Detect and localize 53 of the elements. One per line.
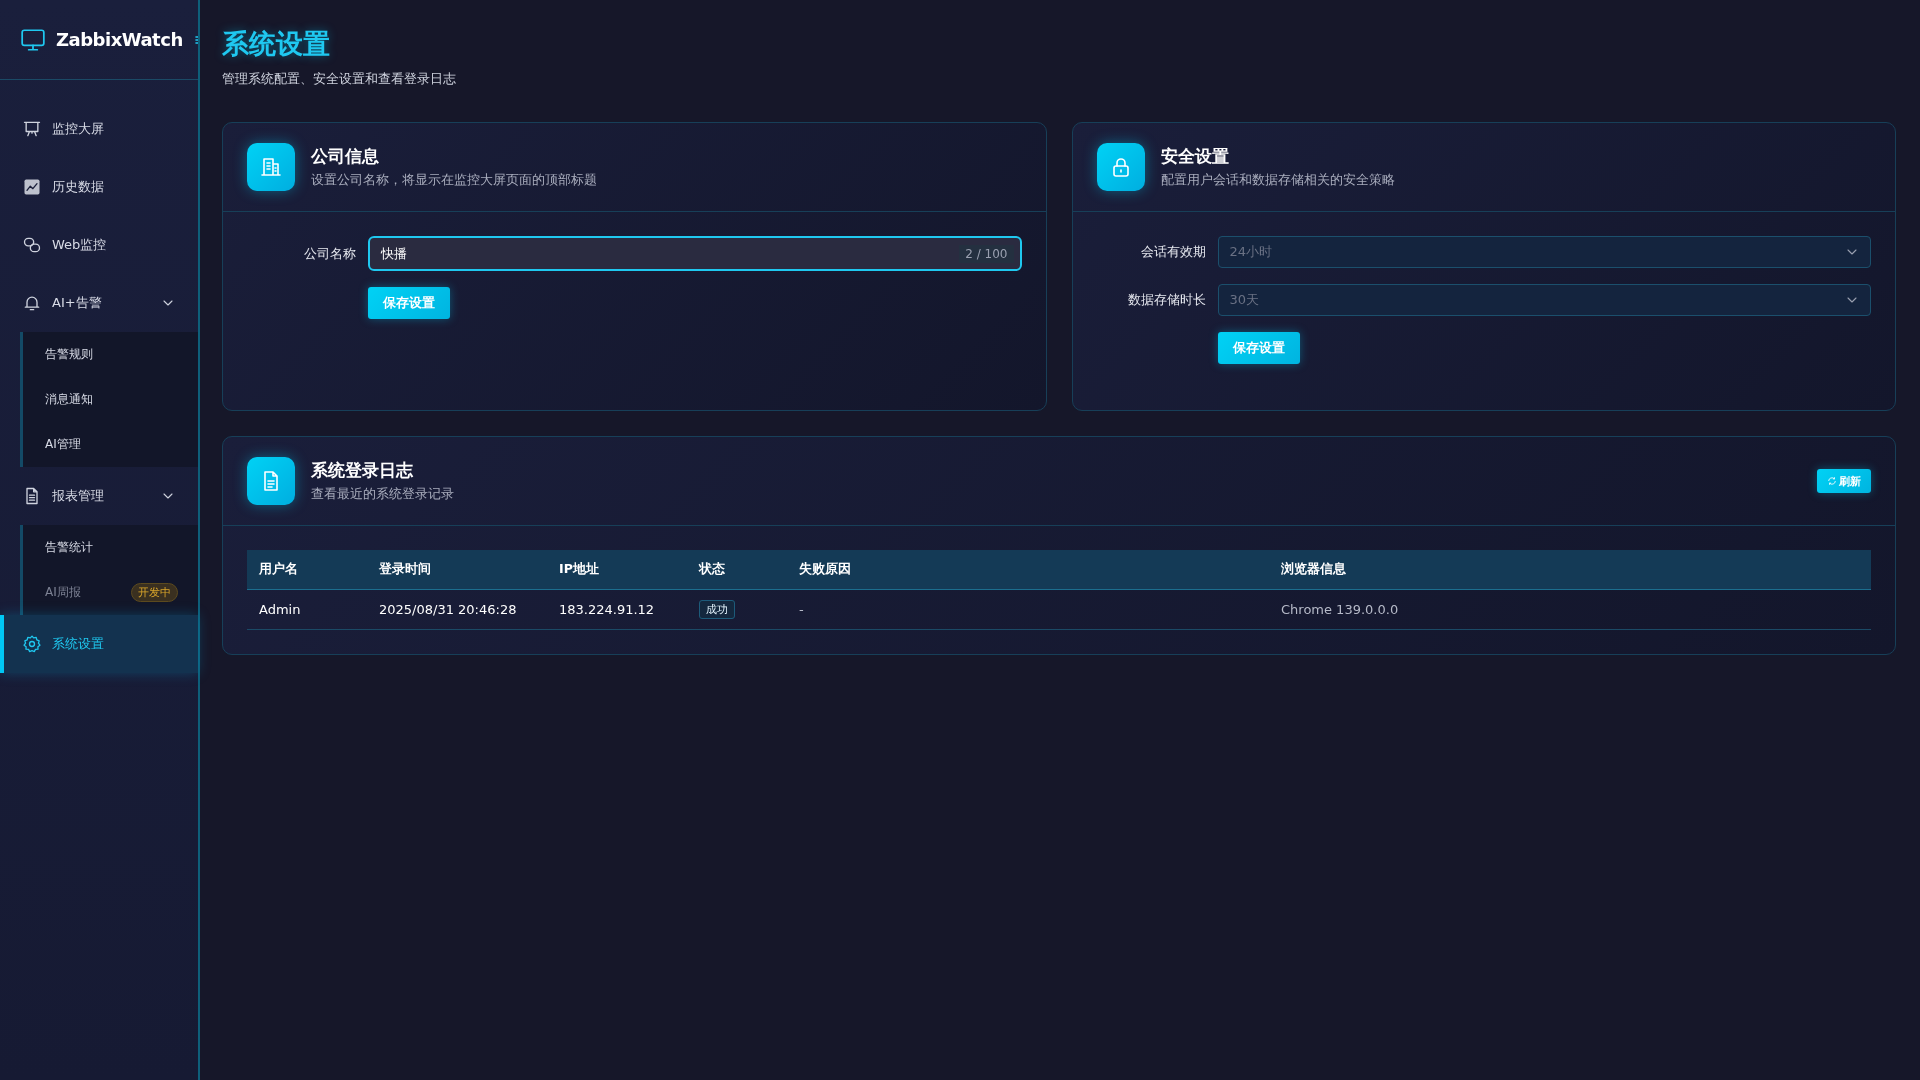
card-subtitle: 设置公司名称，将显示在监控大屏页面的顶部标题 bbox=[311, 172, 598, 189]
table-cell: 183.224.91.12 bbox=[547, 589, 687, 629]
page-subtitle: 管理系统配置、安全设置和查看登录日志 bbox=[222, 70, 457, 88]
sidebar-item-label: 监控大屏 bbox=[52, 120, 105, 138]
page-title: 系统设置 bbox=[222, 27, 331, 61]
column-header: IP地址 bbox=[547, 550, 687, 589]
lock-icon bbox=[1096, 143, 1145, 191]
table-cell: - bbox=[787, 589, 1269, 629]
status-badge: 开发中 bbox=[131, 583, 178, 602]
sidebar-item[interactable]: Web监控 bbox=[0, 216, 198, 274]
card-subtitle: 查看最近的系统登录记录 bbox=[311, 486, 455, 503]
sidebar-item-label: Web监控 bbox=[52, 236, 108, 254]
card-title: 安全设置 bbox=[1160, 145, 1230, 168]
monitor-logo-icon bbox=[20, 26, 46, 53]
field-label: 会话有效期 bbox=[1139, 243, 1207, 261]
sidebar-item[interactable]: AI+告警 bbox=[0, 274, 198, 332]
field-label: 公司名称 bbox=[303, 244, 357, 263]
chart-icon bbox=[22, 177, 42, 197]
presentation-board-icon bbox=[22, 119, 42, 139]
card-title: 系统登录日志 bbox=[311, 459, 414, 482]
table-cell: Chrome 139.0.0.0 bbox=[1269, 589, 1871, 629]
sidebar-item[interactable]: 监控大屏 bbox=[0, 100, 198, 158]
sidebar-item[interactable]: 系统设置 bbox=[0, 615, 198, 673]
column-header: 失败原因 bbox=[787, 550, 1269, 589]
column-header: 用户名 bbox=[247, 550, 367, 589]
building-icon bbox=[247, 143, 295, 191]
sidebar-item[interactable]: 历史数据 bbox=[0, 158, 198, 216]
status-tag: 成功 bbox=[699, 600, 735, 619]
sidebar-item[interactable]: 报表管理 bbox=[0, 467, 198, 525]
table-cell: Admin bbox=[247, 589, 367, 629]
sidebar-item-label: 报表管理 bbox=[52, 487, 105, 505]
sidebar-item-label: 历史数据 bbox=[52, 178, 105, 196]
settings-icon bbox=[22, 634, 42, 654]
column-header: 状态 bbox=[687, 550, 787, 589]
card-title: 公司信息 bbox=[311, 145, 380, 168]
field-label: 数据存储时长 bbox=[1126, 291, 1207, 309]
sidebar-item-label: AI+告警 bbox=[52, 294, 103, 312]
link-icon bbox=[22, 235, 42, 255]
sidebar-item-label: 系统设置 bbox=[52, 635, 105, 653]
table-cell: 2025/08/31 20:46:28 bbox=[367, 589, 547, 629]
company-name-field[interactable]: 快播 2 / 100 bbox=[368, 236, 1022, 271]
submenu-item: AI周报 bbox=[45, 584, 81, 601]
column-header: 浏览器信息 bbox=[1269, 550, 1871, 589]
app-name: ZabbixWatch bbox=[56, 29, 183, 50]
refresh-icon bbox=[1827, 476, 1837, 486]
submenu-item[interactable]: 告警统计 bbox=[45, 539, 93, 556]
character-counter: 2 / 100 bbox=[959, 244, 1014, 263]
submenu-item[interactable]: 消息通知 bbox=[45, 391, 93, 408]
column-header: 登录时间 bbox=[367, 550, 547, 589]
document-icon bbox=[247, 457, 295, 505]
card-subtitle: 配置用户会话和数据存储相关的安全策略 bbox=[1160, 172, 1396, 189]
submenu-item[interactable]: 告警规则 bbox=[45, 346, 93, 363]
submenu-item[interactable]: AI管理 bbox=[45, 436, 81, 453]
